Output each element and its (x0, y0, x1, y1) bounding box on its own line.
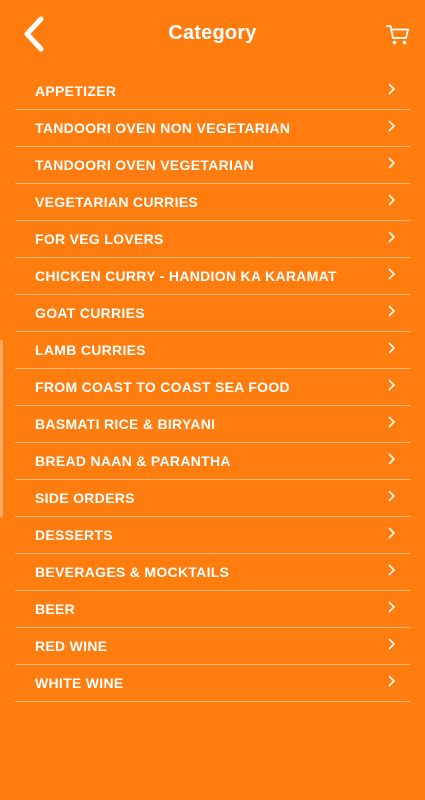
chevron-right-icon (388, 83, 396, 99)
category-item[interactable]: DESSERTS (15, 517, 410, 554)
category-label: LAMB CURRIES (35, 342, 146, 358)
category-label: FROM COAST TO COAST SEA FOOD (35, 379, 290, 395)
chevron-right-icon (388, 342, 396, 358)
category-label: TANDOORI OVEN VEGETARIAN (35, 157, 255, 173)
category-item[interactable]: TANDOORI OVEN NON VEGETARIAN (15, 110, 410, 147)
category-label: FOR VEG LOVERS (35, 231, 164, 247)
category-item[interactable]: TANDOORI OVEN VEGETARIAN (15, 147, 410, 184)
chevron-right-icon (388, 601, 396, 617)
category-item[interactable]: GOAT CURRIES (15, 295, 410, 332)
category-label: GOAT CURRIES (35, 305, 145, 321)
category-item[interactable]: BASMATI RICE & BIRYANI (15, 406, 410, 443)
category-item[interactable]: BEVERAGES & MOCKTAILS (15, 554, 410, 591)
category-label: BREAD NAAN & PARANTHA (35, 453, 231, 469)
category-item[interactable]: APPETIZER (15, 73, 410, 110)
chevron-right-icon (388, 453, 396, 469)
category-label: WHITE WINE (35, 675, 124, 691)
category-item[interactable]: WHITE WINE (15, 665, 410, 702)
chevron-right-icon (388, 490, 396, 506)
chevron-right-icon (388, 157, 396, 173)
chevron-right-icon (388, 564, 396, 580)
category-label: BEVERAGES & MOCKTAILS (35, 564, 230, 580)
category-item[interactable]: BEER (15, 591, 410, 628)
category-label: SIDE ORDERS (35, 490, 135, 506)
category-label: CHICKEN CURRY - HANDION KA KARAMAT (35, 268, 337, 284)
chevron-right-icon (388, 120, 396, 136)
scroll-indicator[interactable] (0, 340, 3, 518)
chevron-right-icon (388, 379, 396, 395)
category-label: BASMATI RICE & BIRYANI (35, 416, 216, 432)
category-list: APPETIZER TANDOORI OVEN NON VEGETARIAN TAN… (15, 73, 410, 702)
chevron-right-icon (388, 194, 396, 210)
category-label: APPETIZER (35, 83, 117, 99)
cart-icon (386, 25, 409, 45)
category-item[interactable]: LAMB CURRIES (15, 332, 410, 369)
chevron-right-icon (388, 305, 396, 321)
chevron-right-icon (388, 231, 396, 247)
category-item[interactable]: VEGETARIAN CURRIES (15, 184, 410, 221)
category-label: DESSERTS (35, 527, 113, 543)
chevron-right-icon (388, 675, 396, 691)
app-header: Category (0, 0, 425, 72)
category-label: VEGETARIAN CURRIES (35, 194, 199, 210)
category-item[interactable]: RED WINE (15, 628, 410, 665)
cart-button[interactable] (383, 20, 413, 50)
category-item[interactable]: BREAD NAAN & PARANTHA (15, 443, 410, 480)
category-label: TANDOORI OVEN NON VEGETARIAN (35, 120, 291, 136)
chevron-right-icon (388, 268, 396, 284)
chevron-right-icon (388, 416, 396, 432)
category-item[interactable]: FOR VEG LOVERS (15, 221, 410, 258)
category-label: BEER (35, 601, 76, 617)
chevron-right-icon (388, 527, 396, 543)
category-label: RED WINE (35, 638, 108, 654)
category-item[interactable]: SIDE ORDERS (15, 480, 410, 517)
page-title: Category (168, 22, 257, 44)
chevron-right-icon (388, 638, 396, 654)
category-item[interactable]: CHICKEN CURRY - HANDION KA KARAMAT (15, 258, 410, 295)
category-item[interactable]: FROM COAST TO COAST SEA FOOD (15, 369, 410, 406)
